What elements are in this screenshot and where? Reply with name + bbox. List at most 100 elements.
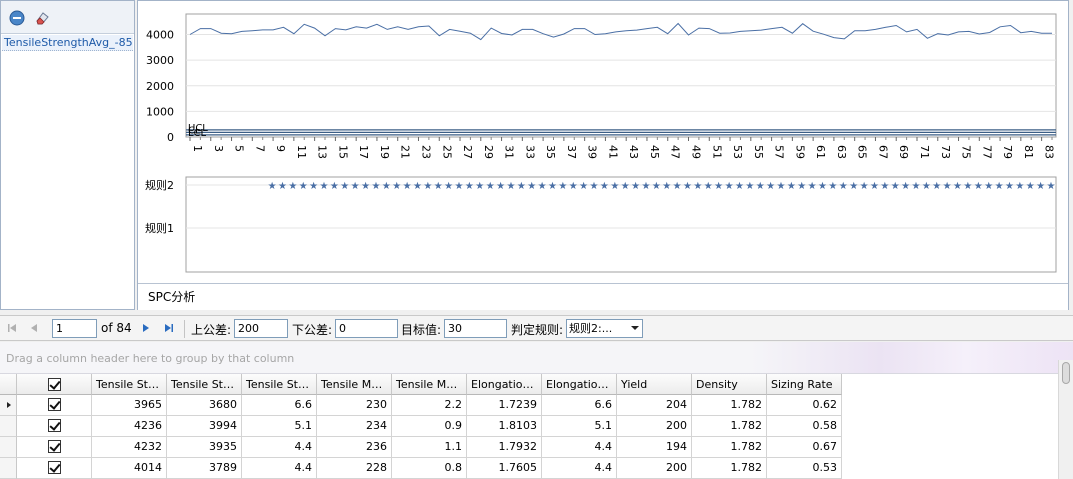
grid-cell[interactable]: 5.1	[242, 416, 317, 437]
grid-cell[interactable]: 4014	[92, 458, 167, 479]
grid-cell[interactable]: 4236	[92, 416, 167, 437]
rule-violation-star: ★	[984, 181, 993, 192]
grid-cell[interactable]: 4.4	[242, 437, 317, 458]
column-header[interactable]: Tensile Stre...	[167, 374, 242, 395]
column-header[interactable]: Sizing Rate	[767, 374, 842, 395]
column-header[interactable]: Elongation ...	[542, 374, 617, 395]
x-tick-label: 3	[212, 145, 225, 152]
upper-tolerance-input[interactable]: 200	[234, 319, 288, 338]
table-row[interactable]: 4014 3789 4.4 228 0.8 1.7605 4.4 200 1.782 0.53	[0, 458, 842, 479]
grid-cell[interactable]: 234	[317, 416, 392, 437]
grid-cell[interactable]: 0.62	[767, 395, 842, 416]
row-checkbox-cell[interactable]	[17, 416, 92, 437]
column-header[interactable]: Tensile Mod...	[392, 374, 467, 395]
grid-cell[interactable]: 5.1	[542, 416, 617, 437]
row-checkbox[interactable]	[47, 460, 61, 474]
grid-cell[interactable]: 228	[317, 458, 392, 479]
first-page-icon[interactable]	[5, 321, 19, 335]
column-header[interactable]: Elongation ...	[467, 374, 542, 395]
grid-cell[interactable]: 1.782	[692, 395, 767, 416]
grid-cell[interactable]: 3994	[167, 416, 242, 437]
group-by-panel[interactable]: Drag a column header here to group by th…	[0, 342, 1073, 374]
grid-cell[interactable]: 4232	[92, 437, 167, 458]
grid-cell[interactable]: 3965	[92, 395, 167, 416]
spc-window: TensileStrengthAvg_-8587 0 1000 2000 3000 40…	[0, 0, 1073, 479]
row-indicator[interactable]	[0, 395, 17, 416]
column-header[interactable]: Density	[692, 374, 767, 395]
row-checkbox-cell[interactable]	[17, 458, 92, 479]
grid-cell[interactable]: 204	[617, 395, 692, 416]
x-tick-label: 61	[814, 145, 827, 159]
grid-cell[interactable]: 6.6	[542, 395, 617, 416]
grid-cell[interactable]: 230	[317, 395, 392, 416]
select-all-checkbox-cell[interactable]	[17, 374, 92, 395]
grid-cell[interactable]: 1.782	[692, 458, 767, 479]
eraser-icon[interactable]	[34, 10, 50, 26]
row-indicator[interactable]	[0, 437, 17, 458]
rule-violation-star: ★	[880, 181, 889, 192]
spc-tab[interactable]: SPC分析	[138, 283, 1068, 310]
grid-cell[interactable]: 3935	[167, 437, 242, 458]
row-checkbox[interactable]	[47, 439, 61, 453]
lower-tolerance-input[interactable]: 0	[335, 319, 398, 338]
grid-cell[interactable]: 4.4	[242, 458, 317, 479]
row-checkbox[interactable]	[47, 418, 61, 432]
page-number-input[interactable]: 1	[52, 319, 97, 338]
next-page-icon[interactable]	[139, 321, 153, 335]
rule-select[interactable]: 规则2:...	[566, 319, 643, 338]
grid-cell[interactable]: 1.7932	[467, 437, 542, 458]
column-header[interactable]: Tensile Stre...	[92, 374, 167, 395]
column-header[interactable]: Tensile Mod...	[317, 374, 392, 395]
grid-cell[interactable]: 6.6	[242, 395, 317, 416]
grid-cell[interactable]: 0.58	[767, 416, 842, 437]
grid-cell[interactable]: 1.782	[692, 437, 767, 458]
grid-cell[interactable]: 0.9	[392, 416, 467, 437]
grid-cell[interactable]: 4.4	[542, 458, 617, 479]
grid-cell[interactable]: 1.7239	[467, 395, 542, 416]
scrollbar-thumb[interactable]	[1062, 362, 1070, 384]
target-value-input[interactable]: 30	[444, 319, 507, 338]
grid-cell[interactable]: 3789	[167, 458, 242, 479]
row-checkbox[interactable]	[47, 397, 61, 411]
select-all-checkbox[interactable]	[47, 377, 61, 391]
rule-violation-star: ★	[579, 181, 588, 192]
grid-cell[interactable]: 3680	[167, 395, 242, 416]
rule-violation-star: ★	[340, 181, 349, 192]
rule-violation-star: ★	[600, 181, 609, 192]
grid-cell[interactable]: 0.53	[767, 458, 842, 479]
grid-cell[interactable]: 0.8	[392, 458, 467, 479]
grid-cell[interactable]: 1.782	[692, 416, 767, 437]
rule-violation-star: ★	[922, 181, 931, 192]
rule-violation-star: ★	[828, 181, 837, 192]
table-row[interactable]: 3965 3680 6.6 230 2.2 1.7239 6.6 204 1.782 0.62	[0, 395, 842, 416]
grid-cell[interactable]: 4.4	[542, 437, 617, 458]
rule-violation-star: ★	[932, 181, 941, 192]
column-header[interactable]: Tensile Stre...	[242, 374, 317, 395]
nav-separator	[184, 320, 185, 338]
series-list-item[interactable]: TensileStrengthAvg_-8587	[2, 35, 133, 51]
chevron-down-icon[interactable]	[631, 326, 639, 330]
grid-cell[interactable]: 2.2	[392, 395, 467, 416]
row-checkbox-cell[interactable]	[17, 437, 92, 458]
row-indicator[interactable]	[0, 458, 17, 479]
prev-page-icon[interactable]	[27, 321, 41, 335]
grid-cell[interactable]: 194	[617, 437, 692, 458]
grid-cell[interactable]: 236	[317, 437, 392, 458]
row-indicator[interactable]	[0, 416, 17, 437]
vertical-scrollbar[interactable]	[1058, 360, 1073, 479]
row-checkbox-cell[interactable]	[17, 395, 92, 416]
grid-cell[interactable]: 1.1	[392, 437, 467, 458]
grid-cell[interactable]: 0.67	[767, 437, 842, 458]
grid-cell[interactable]: 200	[617, 458, 692, 479]
table-row[interactable]: 4232 3935 4.4 236 1.1 1.7932 4.4 194 1.782 0.67	[0, 437, 842, 458]
table-row[interactable]: 4236 3994 5.1 234 0.9 1.8103 5.1 200 1.782 0.58	[0, 416, 842, 437]
last-page-icon[interactable]	[162, 321, 176, 335]
rule-violation-star: ★	[756, 181, 765, 192]
rule-violation-star: ★	[870, 181, 879, 192]
rule-violation-star: ★	[590, 181, 599, 192]
column-header[interactable]: Yield	[617, 374, 692, 395]
remove-icon[interactable]	[9, 10, 25, 26]
grid-cell[interactable]: 1.8103	[467, 416, 542, 437]
grid-cell[interactable]: 200	[617, 416, 692, 437]
grid-cell[interactable]: 1.7605	[467, 458, 542, 479]
